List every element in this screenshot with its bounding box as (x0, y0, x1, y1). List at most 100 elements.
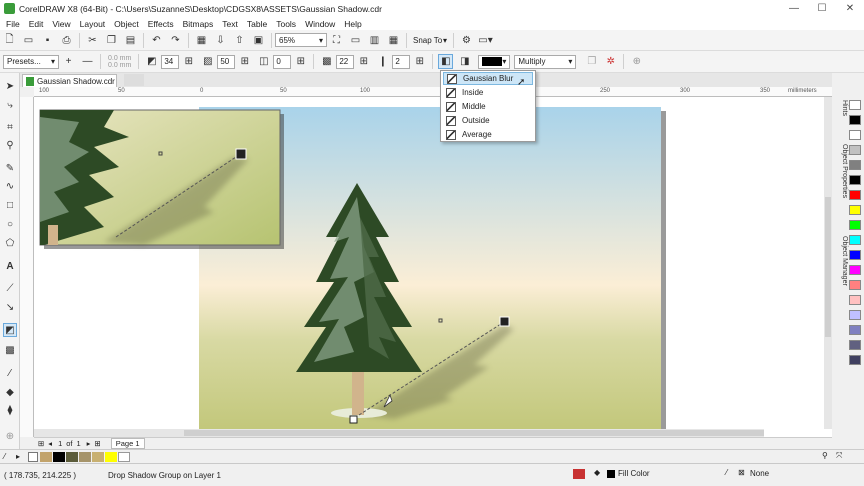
vertical-scroll-thumb[interactable] (825, 197, 831, 337)
options-gear-icon[interactable]: ⚙ (459, 33, 474, 48)
previous-page-icon[interactable]: ◂ (48, 439, 52, 448)
menu-tools[interactable]: Tools (276, 19, 296, 29)
palette-swatch[interactable] (849, 220, 861, 230)
palette-swatch[interactable] (849, 160, 861, 170)
menu-view[interactable]: View (52, 19, 70, 29)
current-page-number[interactable]: 1 (58, 439, 62, 448)
docker-tab-object-properties[interactable]: Object Properties (836, 144, 848, 198)
menu-item-middle[interactable]: Middle (443, 100, 533, 113)
horizontal-scrollbar[interactable] (34, 429, 764, 437)
palette-swatch[interactable] (849, 280, 861, 290)
text-tool-icon[interactable]: A (3, 259, 17, 273)
shadow-angle-input[interactable]: 34 (161, 54, 180, 69)
drop-shadow-tool-icon[interactable]: ◩ (3, 323, 17, 337)
stretch-input[interactable]: 2 (392, 54, 411, 69)
palette-swatch-olive[interactable] (66, 452, 78, 462)
palette-swatch[interactable] (849, 130, 861, 140)
palette-expand-icon[interactable]: ▸ (16, 452, 20, 461)
snap-to-dropdown[interactable]: Snap To ▾ (410, 33, 450, 47)
feather-stepper-icon[interactable]: ⊞ (293, 54, 308, 69)
feather-input[interactable]: 0 (273, 54, 292, 69)
shadow-end-handle[interactable] (499, 316, 510, 327)
eyedropper-tool-icon[interactable]: ⁄ (3, 366, 17, 380)
feather-direction-icon[interactable]: ◧ (438, 54, 454, 69)
save-icon[interactable]: ▪ (40, 33, 55, 48)
opacity-input[interactable]: 50 (217, 54, 236, 69)
palette-swatch[interactable] (849, 250, 861, 260)
docker-tab-object-manager[interactable]: Object Manager (836, 236, 848, 286)
clear-shadow-icon[interactable]: ✲ (603, 54, 618, 69)
zoom-icon[interactable]: ⚲ (822, 451, 828, 460)
minimize-button[interactable]: — (780, 0, 808, 17)
palette-swatch-white[interactable] (118, 452, 130, 462)
palette-swatch-khaki[interactable] (79, 452, 91, 462)
crop-tool-icon[interactable]: ⌗ (3, 120, 17, 134)
palette-swatch[interactable] (849, 310, 861, 320)
menu-object[interactable]: Object (114, 19, 139, 29)
palette-swatch[interactable] (849, 295, 861, 305)
smart-fill-icon[interactable]: ⧫ (3, 403, 17, 417)
color-proof-icon[interactable] (573, 469, 585, 479)
menu-effects[interactable]: Effects (148, 19, 174, 29)
drawing-canvas[interactable] (34, 97, 832, 437)
palette-swatch[interactable] (849, 115, 861, 125)
transparency-tool-icon[interactable]: ▩ (3, 343, 17, 357)
shape-tool-icon[interactable]: ⤷ (3, 98, 17, 112)
menu-bitmaps[interactable]: Bitmaps (183, 19, 214, 29)
show-rulers-icon[interactable]: ▥ (367, 33, 382, 48)
new-document-icon[interactable]: 🗋 (2, 33, 17, 48)
presets-combo[interactable]: Presets... ▾ (3, 54, 59, 69)
palette-swatch[interactable] (849, 325, 861, 335)
zoom-to-page-icon[interactable]: ⛶ (329, 33, 344, 48)
x-offset-field[interactable]: 0.0 mm (108, 55, 131, 62)
palette-swatch[interactable] (849, 145, 861, 155)
last-page-icon[interactable]: ⊞ (94, 439, 100, 448)
search-content-icon[interactable]: ▦ (194, 33, 209, 48)
publish-pdf-icon[interactable]: ▣ (251, 33, 266, 48)
new-tab-button[interactable] (124, 74, 144, 86)
copy-icon[interactable]: ❐ (104, 33, 119, 48)
palette-swatch[interactable] (849, 175, 861, 185)
palette-swatch-tan[interactable] (40, 452, 52, 462)
print-icon[interactable]: ⎙ (59, 33, 74, 48)
no-color-swatch[interactable] (28, 452, 38, 462)
import-icon[interactable]: ⇩ (213, 33, 228, 48)
freehand-tool-icon[interactable]: ✎ (3, 161, 17, 175)
shadow-angle-stepper-icon[interactable]: ⊞ (181, 54, 196, 69)
connector-tool-icon[interactable]: ↘ (3, 300, 17, 314)
paste-icon[interactable]: ▤ (123, 33, 138, 48)
vertical-scrollbar[interactable] (824, 97, 832, 429)
page-tab[interactable]: Page 1 (110, 438, 145, 449)
menu-file[interactable]: File (6, 19, 20, 29)
palette-swatch-black[interactable] (53, 452, 65, 462)
copy-shadow-icon[interactable]: ❐ (584, 54, 599, 69)
menu-layout[interactable]: Layout (80, 19, 106, 29)
blend-mode-combo[interactable]: Multiply ▾ (514, 54, 577, 69)
shadow-start-handle[interactable] (349, 415, 358, 424)
remove-preset-icon[interactable]: — (80, 54, 95, 69)
menu-text[interactable]: Text (222, 19, 238, 29)
palette-swatch[interactable] (849, 265, 861, 275)
undo-icon[interactable]: ↶ (149, 33, 164, 48)
ellipse-tool-icon[interactable]: ○ (3, 217, 17, 231)
show-grid-icon[interactable]: ▦ (386, 33, 401, 48)
full-screen-preview-icon[interactable]: ▭ (348, 33, 363, 48)
open-folder-icon[interactable]: ▭ (21, 33, 36, 48)
y-offset-field[interactable]: 0.0 mm (108, 62, 131, 69)
next-page-icon[interactable]: ▸ (87, 439, 91, 448)
export-icon[interactable]: ⇧ (232, 33, 247, 48)
shadow-fade-input[interactable]: 22 (336, 54, 355, 69)
color-eyedropper-icon[interactable]: ⁄ (4, 452, 5, 461)
close-button[interactable]: ✕ (836, 0, 864, 17)
pick-tool-icon[interactable]: ➤ (3, 79, 17, 93)
redo-icon[interactable]: ↷ (168, 33, 183, 48)
polygon-tool-icon[interactable]: ⬠ (3, 236, 17, 250)
add-icon[interactable]: ⊕ (629, 54, 644, 69)
menu-window[interactable]: Window (305, 19, 335, 29)
rectangle-tool-icon[interactable]: □ (3, 198, 17, 212)
palette-swatch[interactable] (849, 100, 861, 110)
palette-swatch[interactable] (849, 340, 861, 350)
add-preset-icon[interactable]: + (61, 54, 76, 69)
application-launcher-icon[interactable]: ▭▾ (478, 33, 493, 48)
palette-swatch-yellow[interactable] (105, 452, 117, 462)
